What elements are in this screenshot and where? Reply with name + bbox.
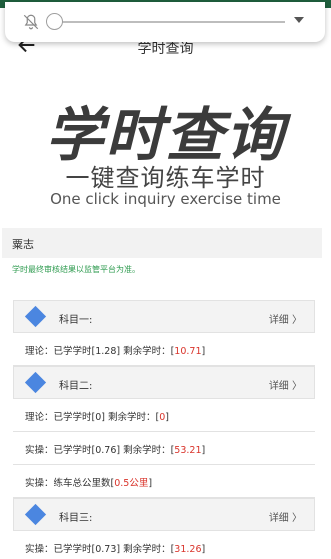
- subject-header-3[interactable]: 科目三: 详细 〉: [13, 498, 315, 531]
- volume-slider-thumb[interactable]: [46, 13, 63, 30]
- subject-list: 科目一: 详细 〉 理论：已学学时[1.28] 剩余学时：[10.71] 科目二…: [13, 300, 315, 559]
- detail-link[interactable]: 详细 〉: [269, 509, 302, 524]
- school-bar: 粟志: [2, 228, 322, 258]
- diamond-icon: [24, 503, 47, 526]
- list-item: 实操：已学学时[0.73] 剩余学时：[31.26]: [13, 531, 315, 559]
- detail-link[interactable]: 详细 〉: [269, 311, 302, 326]
- list-item: 实操：已学学时[0.76] 剩余学时：[53.21]: [13, 432, 315, 465]
- banner-subtitle: 一键查询练车学时: [65, 164, 266, 192]
- subject-name: 科目三:: [59, 513, 93, 524]
- list-item: 理论：已学学时[0] 剩余学时：[0]: [13, 399, 315, 432]
- subject-header-1[interactable]: 科目一: 详细 〉: [13, 300, 315, 333]
- subject-name: 科目二:: [59, 381, 93, 392]
- mileage-value: 0.5公里: [114, 478, 149, 489]
- diamond-icon: [24, 305, 47, 328]
- banner-english-subtitle: One click inquiry exercise time: [50, 190, 281, 208]
- volume-panel: [5, 2, 325, 42]
- detail-link[interactable]: 详细 〉: [269, 377, 302, 392]
- hours-line: 理论：已学学时[0] 剩余学时：[0]: [25, 412, 169, 423]
- list-item: 理论：已学学时[1.28] 剩余学时：[10.71]: [13, 333, 315, 366]
- subject-header-2[interactable]: 科目二: 详细 〉: [13, 366, 315, 399]
- diamond-icon: [24, 371, 47, 394]
- hours-line: 实操：已学学时[0.73] 剩余学时：[31.26]: [25, 544, 206, 555]
- notice-text: 学时最终审核结果以监管平台为准。: [12, 265, 140, 274]
- school-name: 粟志: [12, 238, 34, 251]
- list-item: 实操：练车总公里数[0.5公里]: [13, 465, 315, 498]
- remaining-hours-value: 10.71: [174, 346, 202, 357]
- mileage-line: 实操：练车总公里数[0.5公里]: [25, 478, 153, 489]
- remaining-hours-value: 53.21: [174, 445, 202, 456]
- chevron-down-icon[interactable]: [294, 17, 304, 23]
- hours-line: 理论：已学学时[1.28] 剩余学时：[10.71]: [25, 346, 206, 357]
- subject-name: 科目一:: [59, 315, 93, 326]
- remaining-hours-value: 31.26: [174, 544, 202, 555]
- volume-slider-track[interactable]: [53, 21, 285, 23]
- hours-line: 实操：已学学时[0.76] 剩余学时：[53.21]: [25, 445, 206, 456]
- bell-off-icon[interactable]: [22, 13, 40, 31]
